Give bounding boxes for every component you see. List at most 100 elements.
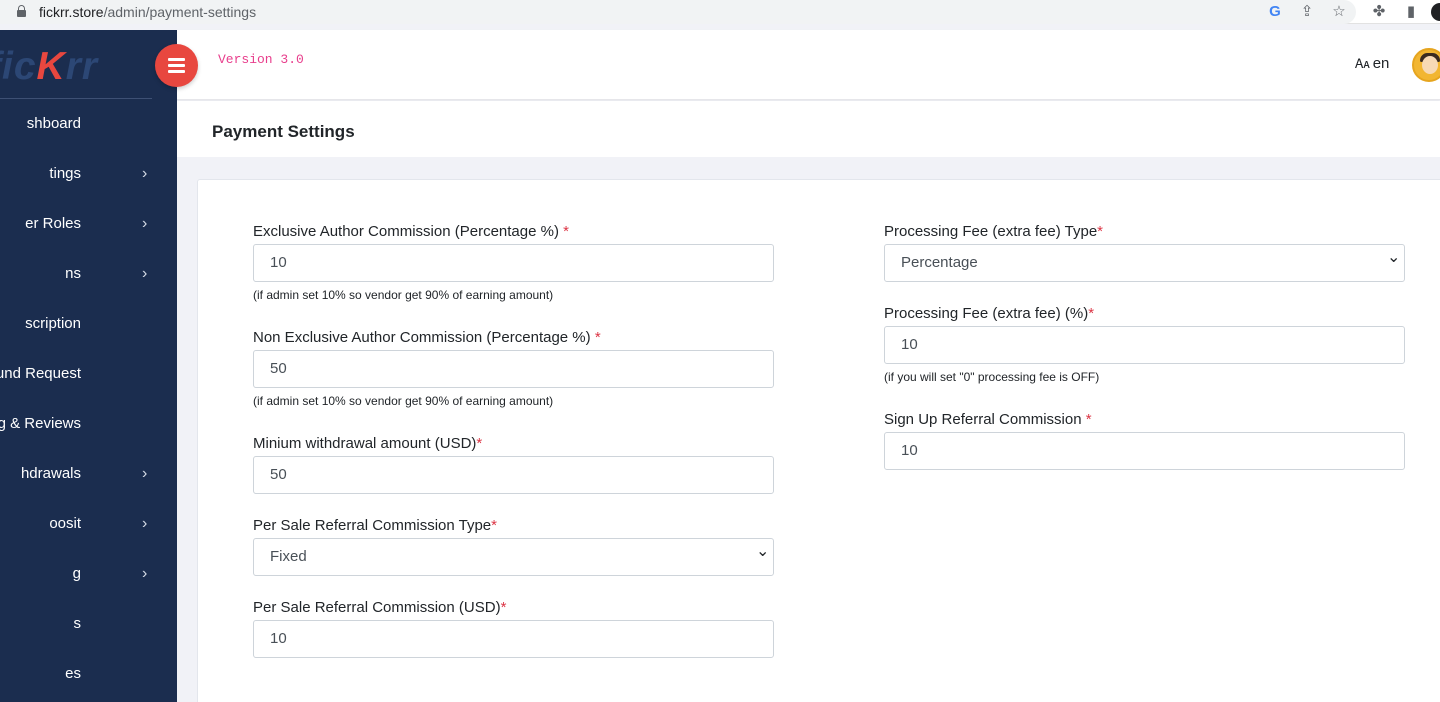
field-value: Fixed bbox=[270, 548, 307, 565]
logo[interactable]: ficKrr bbox=[0, 45, 98, 89]
sidebar-item-label: es bbox=[65, 665, 81, 682]
translate-icon: 🗛 bbox=[1355, 56, 1370, 71]
bookmark-star-icon[interactable]: ☆ bbox=[1330, 3, 1348, 21]
sidebar-item-label: und Request bbox=[0, 365, 81, 382]
language-switcher[interactable]: 🗛 en bbox=[1355, 55, 1389, 72]
google-icon[interactable]: G bbox=[1266, 3, 1284, 21]
sidebar-item[interactable]: g › bbox=[0, 550, 177, 600]
chevron-down-icon: ⌄ bbox=[756, 543, 770, 560]
side-panel-icon[interactable]: ▮ bbox=[1402, 3, 1420, 21]
select-dropdown[interactable]: Percentage ⌄ bbox=[884, 244, 1405, 282]
field-value: 10 bbox=[270, 630, 287, 647]
required-asterisk: * bbox=[563, 223, 569, 240]
field-label: Sign Up Referral Commission * bbox=[884, 410, 1405, 432]
address-bar[interactable]: fickrr.store/admin/payment-settings G ⇪ … bbox=[0, 0, 1356, 24]
form-field: Processing Fee (extra fee) (%)* 10 (if you… bbox=[884, 304, 1405, 384]
sidebar-item[interactable]: tings › bbox=[0, 150, 177, 200]
version-label: Version 3.0 bbox=[218, 52, 304, 67]
field-label-text: Processing Fee (extra fee) (%) bbox=[884, 305, 1089, 322]
sidebar-item-label: shboard bbox=[26, 115, 81, 132]
sidebar-item[interactable]: oosit › bbox=[0, 500, 177, 550]
field-value: 50 bbox=[270, 466, 287, 483]
field-label: Processing Fee (extra fee) (%)* bbox=[884, 304, 1405, 326]
select-dropdown[interactable]: Fixed ⌄ bbox=[253, 538, 774, 576]
field-label-text: Processing Fee (extra fee) Type bbox=[884, 223, 1098, 240]
sidebar-item[interactable]: es bbox=[0, 650, 177, 700]
required-asterisk: * bbox=[491, 517, 497, 534]
sidebar-item[interactable]: s bbox=[0, 600, 177, 650]
chevron-right-icon: › bbox=[142, 165, 148, 182]
field-label-text: Per Sale Referral Commission (USD) bbox=[253, 599, 501, 616]
required-asterisk: * bbox=[500, 599, 507, 616]
url-text[interactable]: fickrr.store/admin/payment-settings bbox=[39, 4, 256, 20]
url-host: fickrr.store bbox=[39, 4, 104, 20]
form-field: Processing Fee (extra fee) Type* Percenta… bbox=[884, 222, 1405, 282]
form-field: Minium withdrawal amount (USD)* 50 bbox=[253, 434, 774, 494]
field-label: Minium withdrawal amount (USD)* bbox=[253, 434, 774, 456]
field-value: 50 bbox=[270, 360, 287, 377]
url-path: /admin/payment-settings bbox=[103, 4, 257, 20]
lock-icon[interactable] bbox=[17, 5, 26, 17]
field-label-text: Sign Up Referral Commission bbox=[884, 411, 1086, 428]
page-title: Payment Settings bbox=[212, 122, 355, 141]
sidebar-item-label: g bbox=[72, 565, 81, 582]
chevron-right-icon: › bbox=[142, 215, 148, 232]
form-field: Per Sale Referral Commission (USD)* 10 bbox=[253, 598, 774, 658]
sidebar-item[interactable]: scription bbox=[0, 300, 177, 350]
chevron-right-icon: › bbox=[142, 265, 148, 282]
text-input[interactable]: 10 bbox=[253, 244, 774, 282]
browser-toolbar: fickrr.store/admin/payment-settings G ⇪ … bbox=[0, 0, 1440, 24]
required-asterisk: * bbox=[1088, 305, 1095, 322]
field-value: Percentage bbox=[901, 254, 978, 271]
field-value: 10 bbox=[270, 254, 287, 271]
required-asterisk: * bbox=[594, 329, 601, 346]
text-input[interactable]: 10 bbox=[884, 326, 1405, 364]
user-avatar[interactable] bbox=[1412, 48, 1440, 82]
text-input[interactable]: 50 bbox=[253, 456, 774, 494]
logo-divider bbox=[0, 98, 152, 99]
chevron-down-icon: ⌄ bbox=[1387, 249, 1401, 266]
sidebar-item-label: s bbox=[73, 615, 82, 632]
form-field: Sign Up Referral Commission * 10 bbox=[884, 410, 1405, 470]
sidebar-item-label: oosit bbox=[49, 515, 81, 532]
text-input[interactable]: 10 bbox=[884, 432, 1405, 470]
top-header: Version 3.0 🗛 en bbox=[155, 30, 1440, 100]
text-input[interactable]: 10 bbox=[253, 620, 774, 658]
menu-icon-bar bbox=[168, 70, 185, 73]
field-help-text: (if you will set "0" processing fee is O… bbox=[884, 370, 1100, 384]
field-label: Exclusive Author Commission (Percentage … bbox=[253, 222, 774, 244]
sidebar-item-label: tings bbox=[49, 165, 81, 182]
field-label: Non Exclusive Author Commission (Percent… bbox=[253, 328, 774, 350]
chevron-right-icon: › bbox=[142, 565, 148, 582]
field-help-text: (if admin set 10% so vendor get 90% of e… bbox=[253, 394, 554, 408]
form-field: Non Exclusive Author Commission (Percent… bbox=[253, 328, 774, 408]
sidebar-item[interactable]: hdrawals › bbox=[0, 450, 177, 500]
sidebar-item-label: scription bbox=[25, 315, 81, 332]
menu-icon bbox=[168, 58, 185, 61]
sidebar-item[interactable]: ns › bbox=[0, 250, 177, 300]
sidebar-item[interactable]: er Roles › bbox=[0, 200, 177, 250]
field-label: Per Sale Referral Commission Type* bbox=[253, 516, 774, 538]
browser-profile-icon[interactable] bbox=[1431, 3, 1440, 21]
required-asterisk: * bbox=[1085, 411, 1092, 428]
text-input[interactable]: 50 bbox=[253, 350, 774, 388]
page-title-bar: Payment Settings bbox=[177, 101, 1440, 157]
extensions-puzzle-icon[interactable]: ✤ bbox=[1370, 3, 1388, 21]
sidebar-item[interactable]: shboard bbox=[0, 100, 177, 150]
menu-toggle-button[interactable] bbox=[155, 44, 198, 87]
sidebar-item-label: ing & Reviews bbox=[0, 415, 81, 432]
sidebar-item[interactable]: ing & Reviews bbox=[0, 400, 177, 450]
chevron-right-icon: › bbox=[142, 515, 148, 532]
field-value: 10 bbox=[901, 442, 918, 459]
share-icon[interactable]: ⇪ bbox=[1298, 3, 1316, 21]
sidebar: ficKrr shboard tings › er Roles › ns › scriptio… bbox=[0, 30, 177, 702]
sidebar-item-label: ns bbox=[65, 265, 81, 282]
required-asterisk: * bbox=[476, 435, 483, 452]
payment-settings-card: Exclusive Author Commission (Percentage … bbox=[197, 179, 1440, 702]
language-code: en bbox=[1372, 55, 1390, 72]
field-label: Processing Fee (extra fee) Type* bbox=[884, 222, 1405, 244]
sidebar-item[interactable]: und Request bbox=[0, 350, 177, 400]
field-value: 10 bbox=[901, 336, 918, 353]
form-field: Per Sale Referral Commission Type* Fixed ⌄ bbox=[253, 516, 774, 576]
field-label: Per Sale Referral Commission (USD)* bbox=[253, 598, 774, 620]
